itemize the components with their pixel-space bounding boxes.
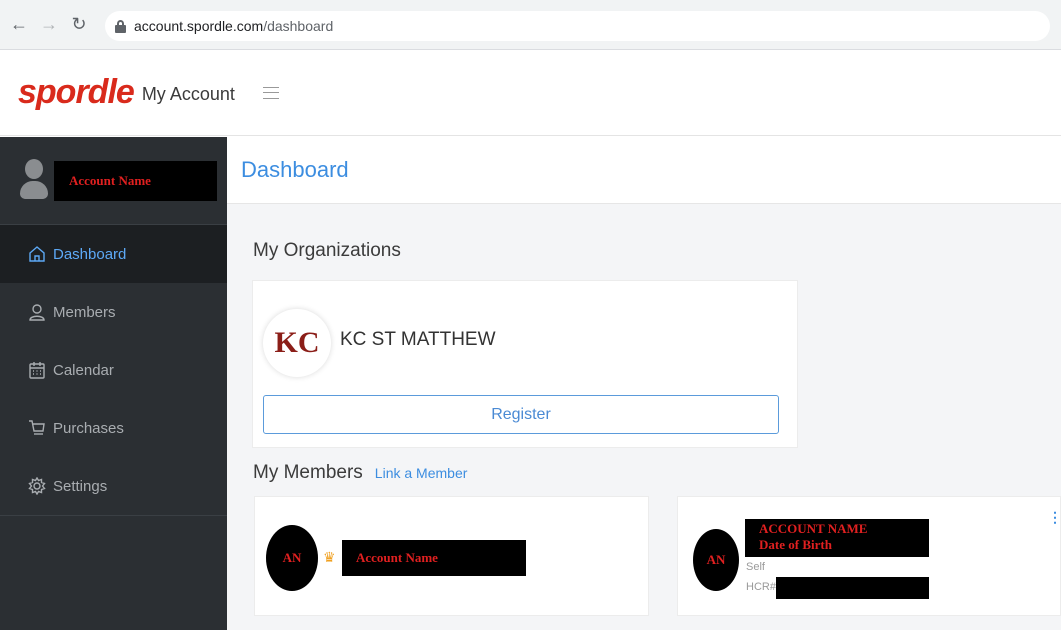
member-dob: Date of Birth bbox=[759, 537, 832, 552]
register-button[interactable]: Register bbox=[263, 395, 779, 434]
sidebar-item-label: Members bbox=[53, 303, 116, 321]
app-name: My Account bbox=[141, 84, 235, 104]
user-avatar-icon bbox=[20, 158, 48, 203]
account-name-redacted: Account Name bbox=[54, 160, 217, 201]
spordle-logo[interactable]: spordle bbox=[18, 73, 135, 112]
member-info-redacted: ACCOUNT NAME Date of Birth bbox=[745, 519, 929, 557]
sidebar-item-label: Settings bbox=[53, 477, 108, 495]
calendar-icon bbox=[27, 360, 47, 380]
crown-icon: ♛ bbox=[323, 549, 336, 565]
user-icon bbox=[27, 302, 47, 322]
more-options-icon[interactable]: ⋮ bbox=[1048, 509, 1061, 526]
sidebar-item-calendar[interactable]: Calendar bbox=[0, 341, 227, 399]
sidebar-item-label: Calendar bbox=[53, 361, 114, 379]
reload-icon[interactable]: ↻ bbox=[68, 14, 90, 36]
member-name: ACCOUNT NAME bbox=[759, 521, 868, 536]
sidebar-user[interactable]: Account Name bbox=[0, 137, 227, 225]
organization-card: KC KC ST MATTHEW Register bbox=[252, 280, 798, 448]
sidebar-item-label: Purchases bbox=[53, 419, 124, 437]
organization-name[interactable]: KC ST MATTHEW bbox=[340, 329, 496, 351]
home-icon bbox=[27, 244, 47, 264]
forward-arrow-icon[interactable]: → bbox=[38, 14, 60, 36]
member-avatar: AN bbox=[693, 529, 739, 591]
sidebar-item-label: Dashboard bbox=[53, 245, 127, 263]
member-avatar: AN bbox=[266, 525, 318, 591]
back-arrow-icon[interactable]: ← bbox=[8, 14, 30, 36]
app-header: spordle My Account bbox=[0, 50, 1061, 136]
sidebar-item-dashboard[interactable]: Dashboard bbox=[0, 225, 227, 283]
sidebar-item-members[interactable]: Members bbox=[0, 283, 227, 341]
page-header: Dashboard bbox=[227, 137, 1061, 204]
member-relation: Self bbox=[746, 561, 765, 573]
sidebar-item-settings[interactable]: Settings bbox=[0, 457, 227, 515]
sidebar: Account Name Dashboard Members Calendar … bbox=[0, 137, 227, 630]
address-bar[interactable]: account.spordle.com/dashboard bbox=[105, 11, 1050, 41]
gear-icon bbox=[27, 476, 47, 496]
member-card[interactable]: AN ♛ Account Name bbox=[254, 496, 649, 616]
organizations-title: My Organizations bbox=[253, 240, 401, 261]
main-content: Dashboard My Organizations KC KC ST MATT… bbox=[227, 137, 1061, 630]
sidebar-item-purchases[interactable]: Purchases bbox=[0, 399, 227, 457]
page-title: Dashboard bbox=[241, 157, 349, 182]
sidebar-divider bbox=[0, 515, 227, 516]
hcr-label: HCR# bbox=[746, 581, 776, 593]
member-name-redacted: Account Name bbox=[342, 540, 526, 576]
hcr-number-redacted bbox=[776, 577, 929, 599]
link-member-link[interactable]: Link a Member bbox=[375, 465, 468, 481]
browser-toolbar: ← → ↻ account.spordle.com/dashboard bbox=[0, 0, 1061, 50]
url-host: account.spordle.com bbox=[134, 18, 264, 34]
lock-icon bbox=[115, 19, 126, 33]
organization-logo: KC bbox=[263, 309, 331, 377]
member-card[interactable]: AN ACCOUNT NAME Date of Birth Self HCR# … bbox=[677, 496, 1061, 616]
cart-icon bbox=[27, 418, 47, 438]
url-path: /dashboard bbox=[263, 18, 334, 34]
hamburger-menu-icon[interactable] bbox=[262, 86, 279, 99]
members-header: My Members Link a Member bbox=[253, 462, 467, 484]
members-title: My Members bbox=[253, 462, 363, 483]
